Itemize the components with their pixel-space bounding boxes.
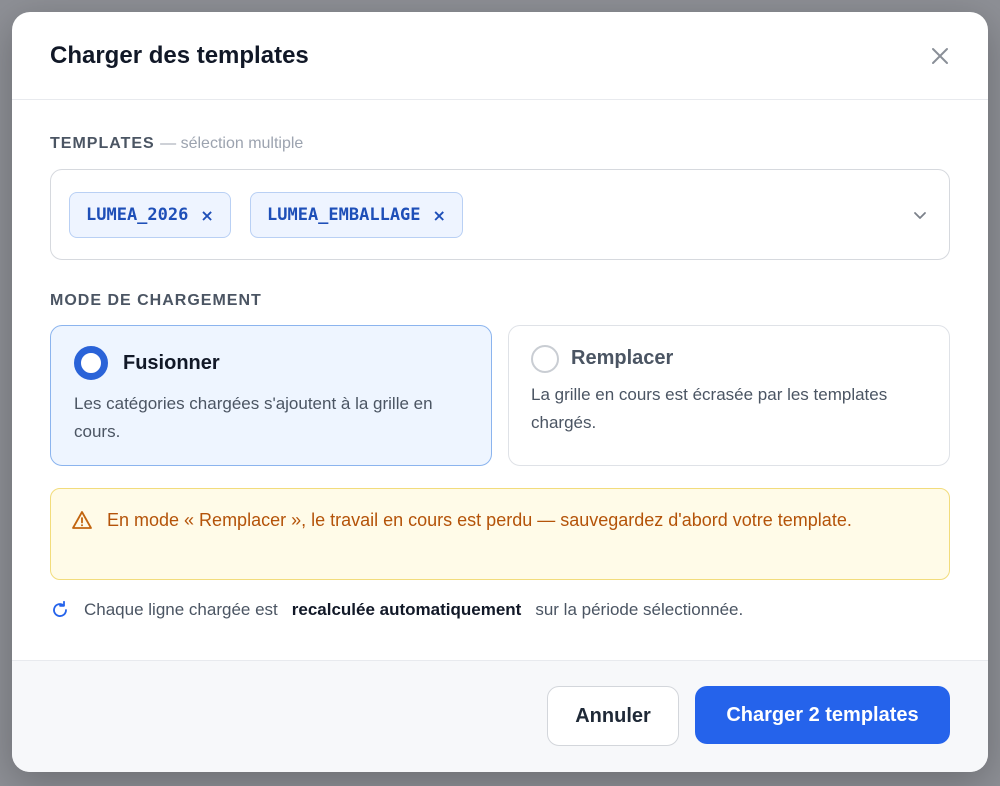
chip-remove-icon[interactable]: × — [200, 206, 213, 225]
radio-selected[interactable] — [74, 346, 108, 380]
option-description: Les catégories chargées s'ajoutent à la … — [74, 394, 433, 441]
option-title: Remplacer — [571, 347, 674, 369]
chip-remove-icon[interactable]: × — [433, 206, 446, 225]
chip-label: LUMEA_EMBALLAGE — [267, 205, 421, 225]
option-title: Fusionner — [123, 352, 220, 374]
templates-multiselect[interactable]: LUMEA_2026 × LUMEA_EMBALLAGE × — [50, 169, 950, 260]
chip-label: LUMEA_2026 — [86, 205, 189, 225]
load-templates-dialog: Charger des templates TEMPLATES — sélect… — [12, 12, 988, 772]
template-chip-lumea-2026[interactable]: LUMEA_2026 × — [69, 192, 231, 238]
mode-label: MODE DE CHARGEMENT — [50, 292, 262, 309]
info-suffix: sur la période sélectionnée. — [535, 600, 744, 619]
close-button[interactable] — [926, 42, 954, 70]
templates-sublabel: — sélection multiple — [160, 135, 304, 152]
warning-text: En mode « Remplacer », le travail en cou… — [107, 510, 852, 530]
mode-option-merge[interactable]: Fusionner Les catégories chargées s'ajou… — [50, 325, 492, 466]
warning-icon — [72, 511, 92, 529]
option-description: La grille en cours est écrasée par les t… — [531, 385, 888, 432]
load-templates-button[interactable]: Charger 2 templates — [695, 686, 950, 744]
templates-label: TEMPLATES — sélection multiple — [50, 135, 304, 152]
template-chip-lumea-emballage[interactable]: LUMEA_EMBALLAGE × — [250, 192, 463, 238]
info-emphasis: recalculée automatiquement — [291, 600, 522, 619]
dialog-footer: Annuler Charger 2 templates — [12, 660, 988, 772]
info-note: Chaque ligne chargée est recalculée auto… — [50, 600, 743, 620]
close-icon — [932, 48, 948, 64]
radio-unselected[interactable] — [531, 345, 559, 373]
mode-option-replace[interactable]: Remplacer La grille en cours est écrasée… — [508, 325, 950, 466]
dialog-header: Charger des templates — [12, 12, 988, 100]
refresh-icon — [53, 600, 67, 617]
chevron-down-icon[interactable] — [911, 206, 929, 224]
warning-banner: En mode « Remplacer », le travail en cou… — [50, 488, 950, 580]
dialog-title: Charger des templates — [50, 42, 309, 69]
cancel-button[interactable]: Annuler — [547, 686, 679, 746]
info-prefix: Chaque ligne chargée est — [84, 600, 278, 619]
